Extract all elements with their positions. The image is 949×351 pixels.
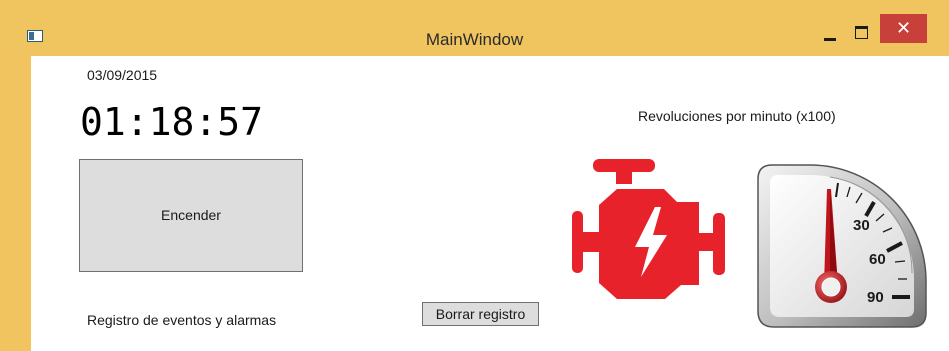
clear-log-button[interactable]: Borrar registro [422,302,539,326]
minimize-button[interactable] [815,22,845,46]
power-on-button[interactable]: Encender [79,159,303,272]
clock-display: 01:18:57 [80,100,264,144]
title-bar: MainWindow ✕ [0,0,949,56]
maximize-button[interactable] [847,22,877,46]
gauge-tick-90: 90 [867,289,884,306]
rpm-gauge: 30 60 90 [757,164,927,328]
date-label: 03/09/2015 [87,67,158,83]
engine-warning-icon [572,159,725,299]
close-button[interactable]: ✕ [880,14,927,43]
window-title: MainWindow [425,30,524,49]
event-log-label: Registro de eventos y alarmas [87,312,277,328]
gauge-tick-30: 30 [853,217,870,234]
window-content: 03/09/2015 01:18:57 Encender Revolucione… [31,56,949,351]
rpm-label: Revoluciones por minuto (x100) [638,108,836,124]
gauge-tick-60: 60 [869,251,886,268]
